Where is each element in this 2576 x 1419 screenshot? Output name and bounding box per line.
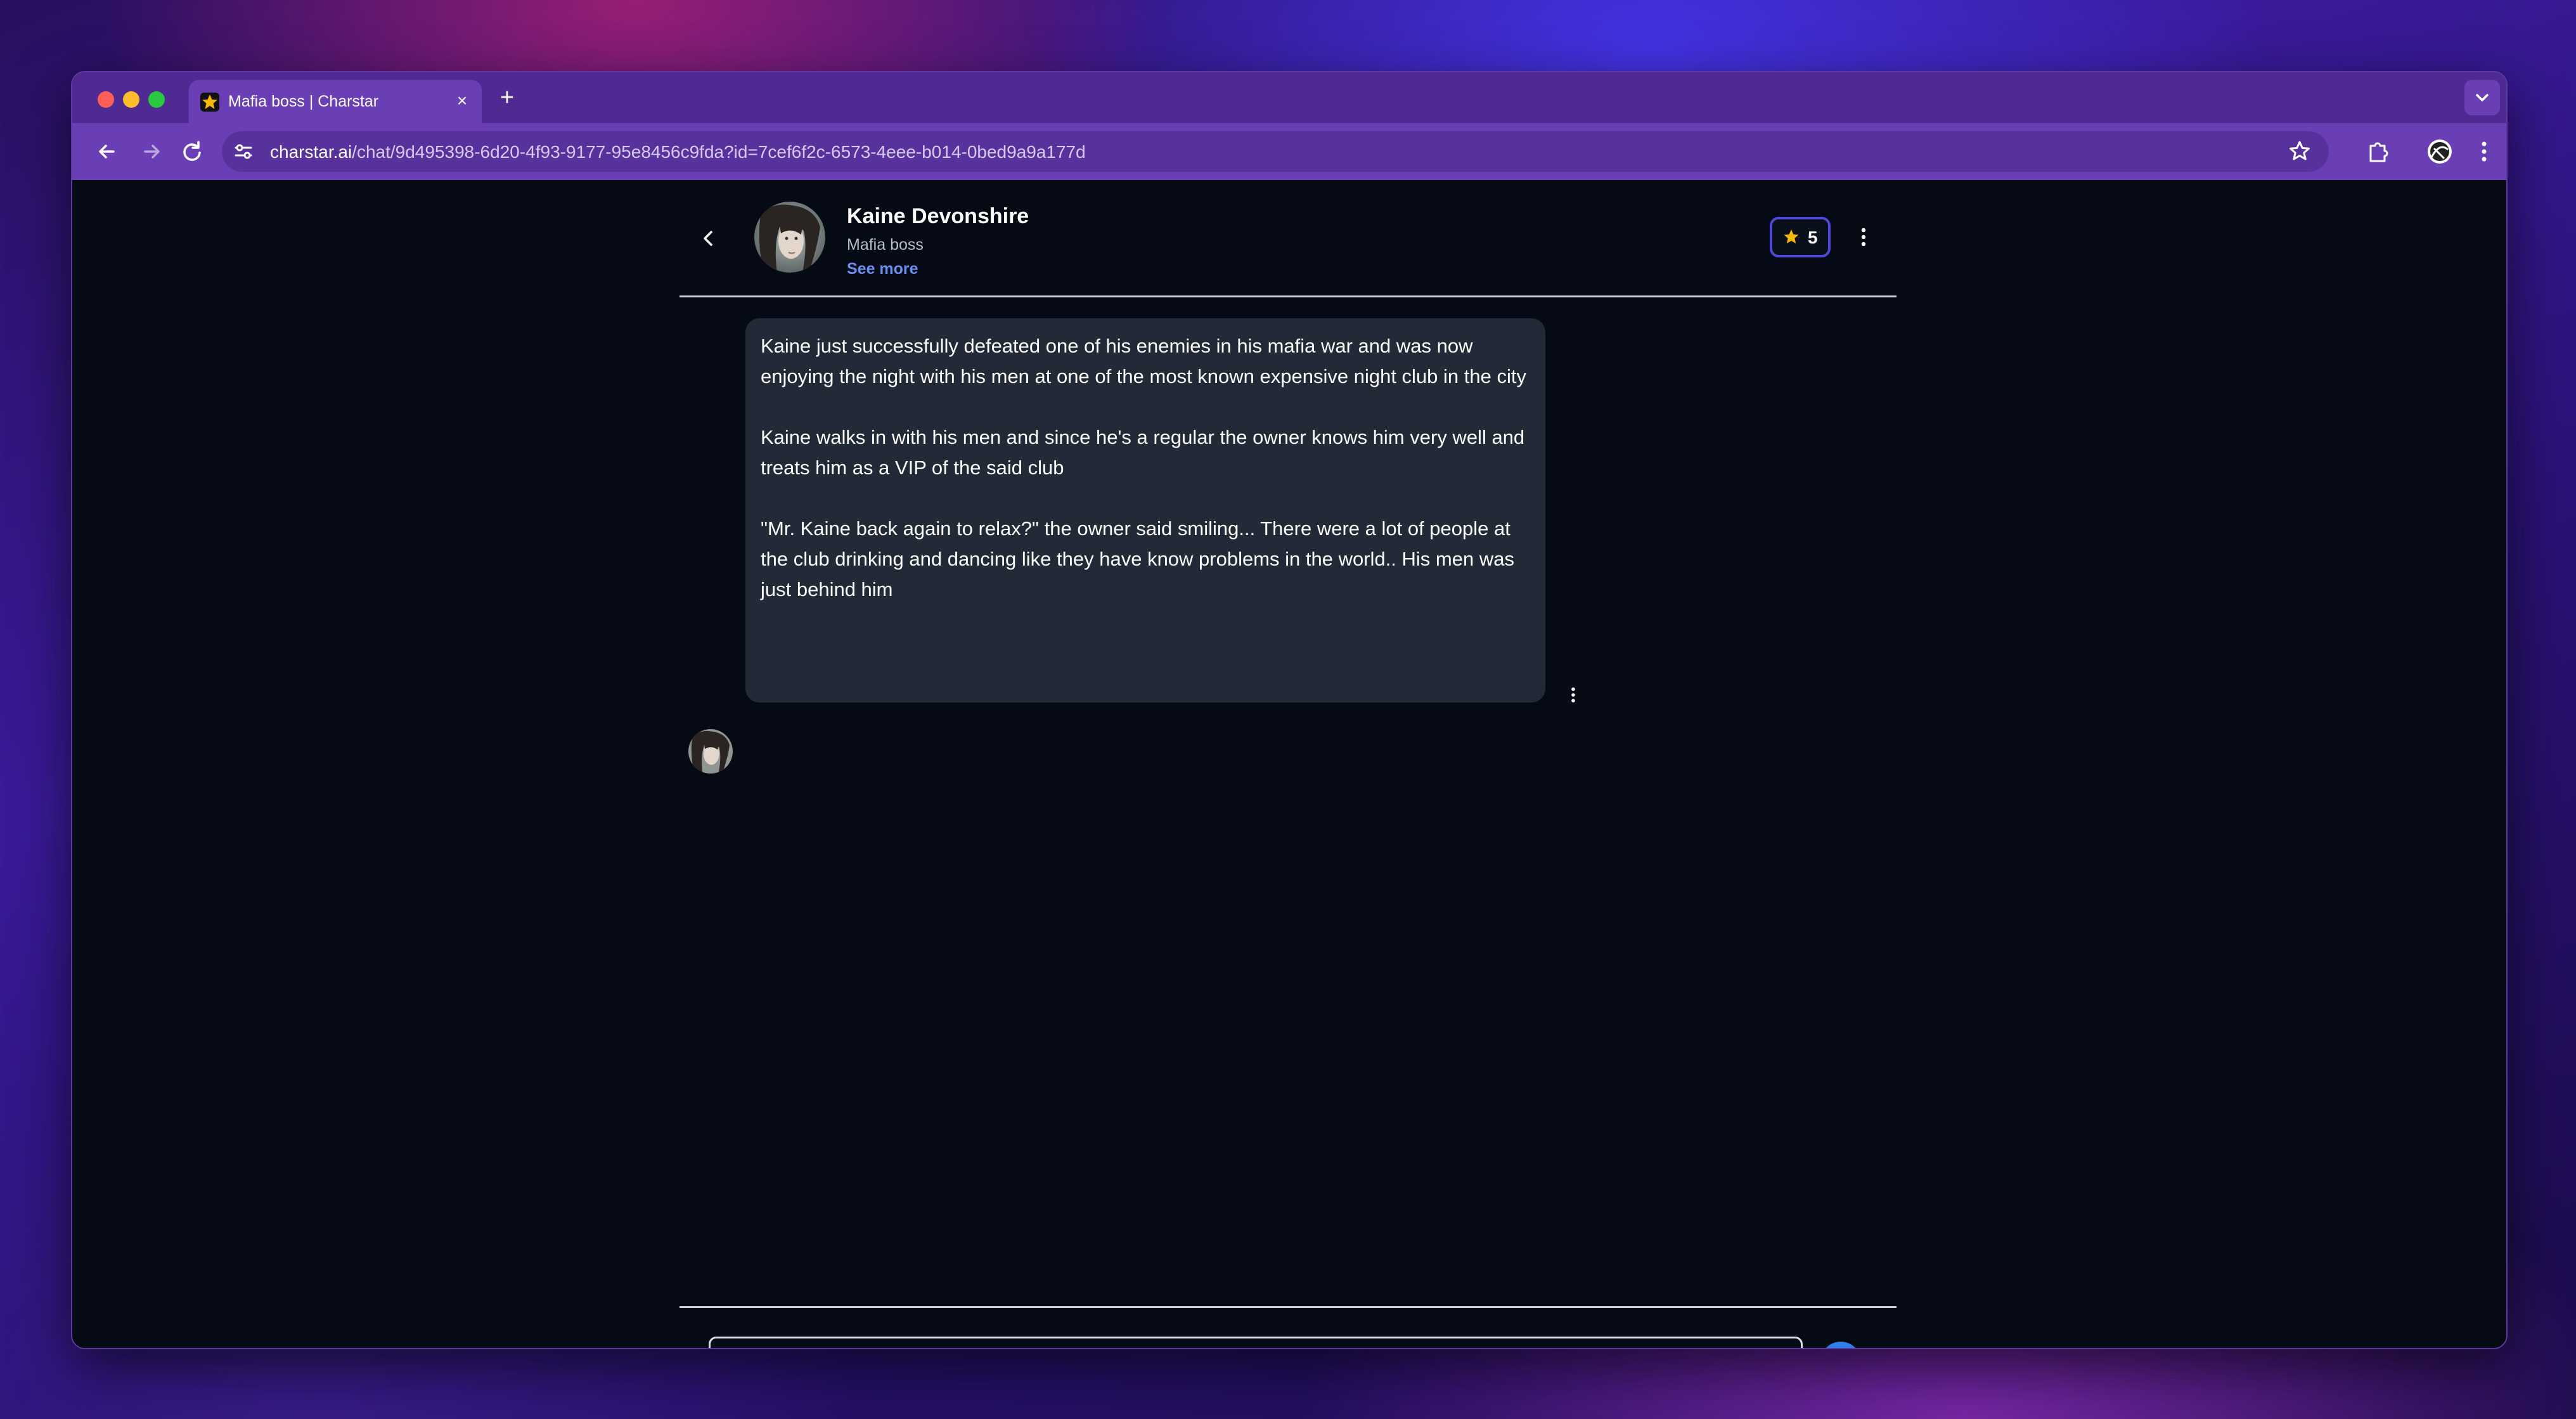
site-info-icon[interactable] bbox=[232, 140, 255, 163]
message-avatar bbox=[688, 729, 733, 774]
forward-arrow-icon bbox=[144, 145, 160, 159]
rating-button[interactable]: 5 bbox=[1770, 217, 1831, 257]
tab-title: Mafia boss | Charstar bbox=[228, 93, 379, 110]
message-input[interactable] bbox=[709, 1337, 1803, 1348]
message-paragraph: "Mr. Kaine back again to relax?" the own… bbox=[761, 517, 1514, 600]
reload-button[interactable] bbox=[177, 137, 207, 166]
browser-window: Mafia boss | Charstar × + charstar.ai/ch… bbox=[71, 71, 2508, 1349]
rating-count: 5 bbox=[1808, 228, 1818, 247]
browser-menu-icon[interactable] bbox=[2468, 136, 2500, 167]
new-tab-button[interactable]: + bbox=[493, 84, 521, 112]
extensions-icon[interactable] bbox=[2362, 136, 2393, 167]
more-vertical-icon bbox=[1571, 687, 1575, 703]
character-name: Kaine Devonshire bbox=[847, 204, 1029, 228]
bookmark-star-icon[interactable] bbox=[2287, 139, 2312, 164]
composer-divider bbox=[679, 1306, 1897, 1308]
url-host: charstar.ai bbox=[270, 142, 352, 162]
chat-options-button[interactable] bbox=[1850, 223, 1877, 251]
close-window-button[interactable] bbox=[98, 91, 114, 108]
arrow-up-icon bbox=[1820, 1342, 1861, 1349]
see-more-link[interactable]: See more bbox=[847, 260, 918, 278]
back-button[interactable] bbox=[93, 137, 122, 166]
more-vertical-icon bbox=[1861, 228, 1866, 247]
character-subtitle: Mafia boss bbox=[847, 236, 924, 254]
character-avatar[interactable] bbox=[754, 202, 825, 273]
forward-button[interactable] bbox=[137, 137, 166, 166]
back-arrow-icon bbox=[99, 145, 115, 159]
charstar-favicon-icon bbox=[200, 93, 219, 112]
url-text: charstar.ai/chat/9d495398-6d20-4f93-9177… bbox=[270, 142, 1086, 162]
url-path: /chat/9d495398-6d20-4f93-9177-95e8456c9f… bbox=[352, 142, 1086, 162]
message-bubble: Kaine just successfully defeated one of … bbox=[745, 318, 1545, 703]
message-paragraph: Kaine walks in with his men and since he… bbox=[761, 426, 1525, 479]
maximize-window-button[interactable] bbox=[148, 91, 165, 108]
tab-close-icon[interactable]: × bbox=[451, 90, 473, 112]
chevron-left-icon bbox=[704, 231, 712, 246]
message-options-button[interactable] bbox=[1559, 681, 1587, 709]
tab-bar: Mafia boss | Charstar × + bbox=[72, 72, 2506, 124]
page-content: Kaine Devonshire Mafia boss See more 5 K… bbox=[72, 180, 2506, 1348]
chat-back-button[interactable] bbox=[695, 224, 723, 252]
profile-icon[interactable] bbox=[2424, 136, 2456, 167]
tab-search-button[interactable] bbox=[2464, 80, 2500, 115]
minimize-window-button[interactable] bbox=[123, 91, 139, 108]
header-divider bbox=[679, 295, 1897, 297]
star-icon bbox=[1784, 230, 1799, 243]
chat-column: Kaine Devonshire Mafia boss See more 5 K… bbox=[679, 180, 1897, 1348]
send-button[interactable] bbox=[1820, 1342, 1861, 1349]
tab-search-chevron-icon bbox=[2476, 94, 2489, 101]
browser-tab-active[interactable]: Mafia boss | Charstar × bbox=[189, 80, 482, 124]
message-paragraph: Kaine just successfully defeated one of … bbox=[761, 335, 1526, 387]
browser-toolbar: charstar.ai/chat/9d495398-6d20-4f93-9177… bbox=[72, 123, 2506, 180]
address-bar[interactable]: charstar.ai/chat/9d495398-6d20-4f93-9177… bbox=[222, 131, 2329, 172]
reload-icon bbox=[183, 141, 201, 161]
